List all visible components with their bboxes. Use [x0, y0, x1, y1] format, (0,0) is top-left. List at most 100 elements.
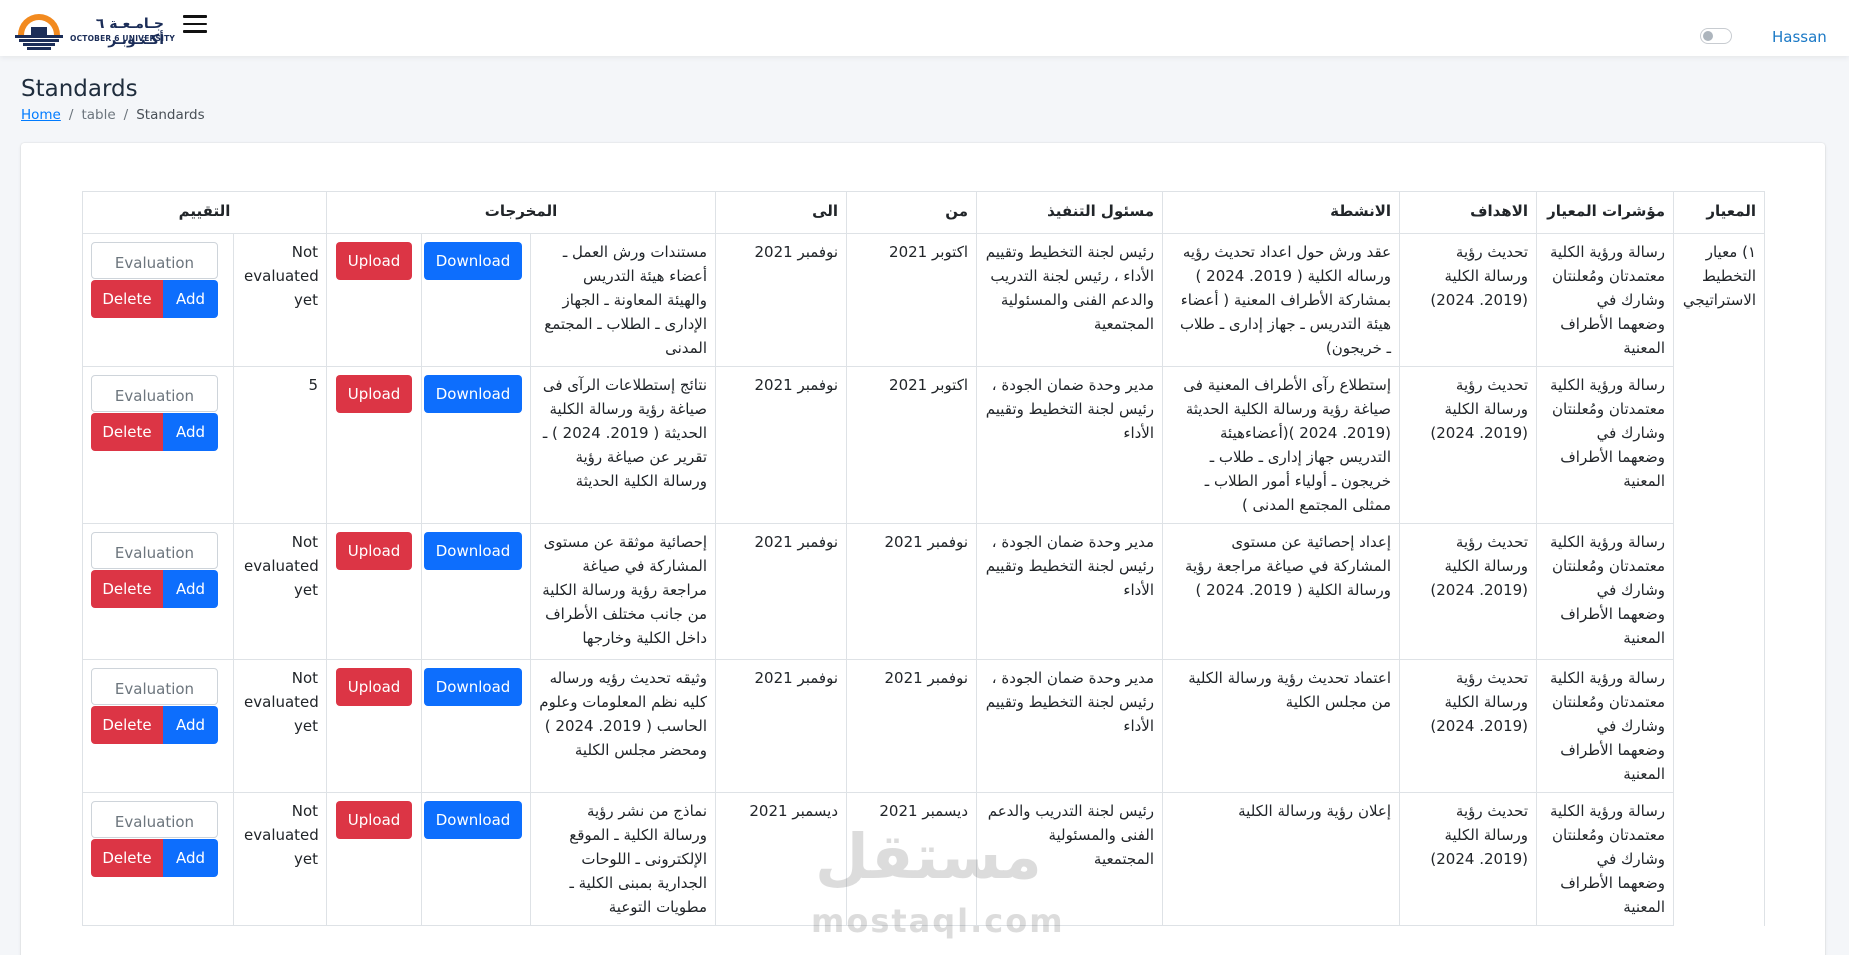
upload-button[interactable]: Upload: [336, 532, 413, 570]
cell-to: ديسمبر 2021: [715, 792, 848, 926]
table-row: ١) معيار التخطيط الاستراتيجي رسالة ورؤية …: [81, 233, 1766, 926]
standards-table: المعيار مؤشرات المعيار الاهداف الانشطة م…: [81, 191, 1766, 926]
evaluation-input[interactable]: Evaluation: [91, 801, 218, 838]
cell-responsible: مدير وحدة ضمان الجودة ، رئيس لجنة التخطي…: [976, 523, 1164, 660]
evaluation-form-cell: Evaluation Delete Add: [81, 659, 235, 793]
evaluation-form-cell: Evaluation Delete Add: [81, 233, 235, 367]
header-responsible: مسئول التنفيذ: [976, 191, 1164, 234]
download-button[interactable]: Download: [424, 532, 523, 570]
evaluation-status: Not evaluated yet: [244, 243, 319, 309]
delete-button[interactable]: Delete: [91, 839, 163, 877]
cell-activity: إستطلاع رآى الأطراف المعنية فى صياغة رؤي…: [1162, 366, 1401, 524]
add-button[interactable]: Add: [163, 570, 218, 608]
cell-from: اكتوبر 2021: [846, 233, 978, 367]
delete-button[interactable]: Delete: [91, 706, 163, 744]
evaluation-input[interactable]: Evaluation: [91, 242, 218, 279]
cell-output: نتائج إستطلاعات الرآى فى صياغة رؤية ورسا…: [530, 366, 717, 524]
download-button[interactable]: Download: [424, 668, 523, 706]
upload-button[interactable]: Upload: [336, 668, 413, 706]
evaluation-form-cell: Evaluation Delete Add: [81, 366, 235, 524]
breadcrumb-current: Standards: [136, 107, 205, 123]
download-button[interactable]: Download: [424, 375, 523, 413]
cell-goal: تحديث رؤية ورسالة الكلية (2019. 2024): [1399, 233, 1538, 367]
evaluation-status: Not evaluated yet: [244, 802, 319, 868]
evaluation-input[interactable]: Evaluation: [91, 375, 218, 412]
cell-responsible: مدير وحدة ضمان الجودة ، رئيس لجنة التخطي…: [976, 366, 1164, 524]
cell-to: نوفمبر 2021: [715, 659, 848, 793]
header-indicators: مؤشرات المعيار: [1536, 191, 1675, 234]
table-row: رسالة ورؤية الكلية معتمدتان ومُعلنتان وش…: [81, 792, 1765, 926]
table-row: رسالة ورؤية الكلية معتمدتان ومُعلنتان وش…: [81, 523, 1765, 660]
cell-output: وثيقه تحديث رؤيه ورساله كليه نظم المعلوم…: [530, 659, 717, 793]
page-title: Standards: [21, 76, 138, 102]
cell-from: نوفمبر 2021: [846, 523, 978, 660]
cell-output: نماذج من نشر رؤية ورسالة الكلية ـ الموقع…: [530, 792, 717, 926]
header-outputs: المخرجات: [326, 191, 717, 234]
upload-cell: Upload: [326, 659, 423, 793]
cell-to: نوفمبر 2021: [715, 523, 848, 660]
logo-arabic-text: جـامـعـة ٦ أكـتـوبـر: [95, 16, 164, 48]
cell-goal: تحديث رؤية ورسالة الكلية (2019. 2024): [1399, 366, 1538, 524]
hamburger-menu-icon[interactable]: [183, 15, 207, 37]
evaluation-form-cell: Evaluation Delete Add: [81, 792, 235, 926]
header-from: من: [846, 191, 978, 234]
upload-cell: Upload: [326, 792, 423, 926]
university-logo[interactable]: جـامـعـة ٦ أكـتـوبـر OCTOBER 6 UNIVERSIT…: [12, 5, 175, 51]
upload-button[interactable]: Upload: [336, 375, 413, 413]
evaluation-status: Not evaluated yet: [244, 533, 319, 599]
download-button[interactable]: Download: [424, 242, 523, 280]
cell-output: إحصائية موثقة عن مستوى المشاركة في صياغة…: [530, 523, 717, 660]
breadcrumb-home-link[interactable]: Home: [21, 107, 61, 123]
add-button[interactable]: Add: [163, 839, 218, 877]
download-button[interactable]: Download: [424, 801, 523, 839]
delete-button[interactable]: Delete: [91, 280, 163, 318]
cell-indicator: رسالة ورؤية الكلية معتمدتان ومُعلنتان وش…: [1536, 659, 1675, 793]
download-cell: Download: [421, 233, 532, 367]
cell-indicator: رسالة ورؤية الكلية معتمدتان ومُعلنتان وش…: [1536, 366, 1675, 524]
cell-from: نوفمبر 2021: [846, 659, 978, 793]
cell-from: اكتوبر 2021: [846, 366, 978, 524]
table-row: رسالة ورؤية الكلية معتمدتان ومُعلنتان وش…: [81, 659, 1765, 793]
upload-button[interactable]: Upload: [336, 242, 413, 280]
theme-toggle-switch[interactable]: [1700, 28, 1732, 44]
breadcrumb: Home / table / Standards: [21, 107, 205, 123]
cell-standard: ١) معيار التخطيط الاستراتيجي: [1673, 233, 1766, 926]
download-cell: Download: [421, 366, 532, 524]
cell-output: مستندات ورش العمل ـ أعضاء هيئة التدريس و…: [530, 233, 717, 367]
add-button[interactable]: Add: [163, 706, 218, 744]
evaluation-input[interactable]: Evaluation: [91, 668, 218, 705]
header-to: الى: [715, 191, 848, 234]
add-button[interactable]: Add: [163, 280, 218, 318]
cell-indicator: رسالة ورؤية الكلية معتمدتان ومُعلنتان وش…: [1536, 233, 1675, 367]
cell-responsible: رئيس لجنة التدريب والدعم الفنى والمسئولي…: [976, 792, 1164, 926]
standards-card: المعيار مؤشرات المعيار الاهداف الانشطة م…: [21, 143, 1825, 955]
upload-button[interactable]: Upload: [336, 801, 413, 839]
university-logo-icon: [15, 14, 63, 50]
cell-activity: عقد ورش حول اعداد تحديث رؤيه ورساله الكل…: [1162, 233, 1401, 367]
breadcrumb-table-link[interactable]: table: [81, 107, 115, 123]
download-cell: Download: [421, 792, 532, 926]
cell-goal: تحديث رؤية ورسالة الكلية (2019. 2024): [1399, 792, 1538, 926]
delete-button[interactable]: Delete: [91, 570, 163, 608]
cell-goal: تحديث رؤية ورسالة الكلية (2019. 2024): [1399, 659, 1538, 793]
header-evaluation: التقييم: [81, 191, 328, 234]
top-navbar: جـامـعـة ٦ أكـتـوبـر OCTOBER 6 UNIVERSIT…: [0, 0, 1849, 56]
evaluation-status: 5: [308, 376, 319, 394]
evaluation-input[interactable]: Evaluation: [91, 532, 218, 569]
download-cell: Download: [421, 523, 532, 660]
delete-button[interactable]: Delete: [91, 413, 163, 451]
evaluation-form-cell: Evaluation Delete Add: [81, 523, 235, 660]
header-goals: الاهداف: [1399, 191, 1538, 234]
cell-activity: إعداد إحصائية عن مستوى المشاركة في صياغة…: [1162, 523, 1401, 660]
cell-from: ديسمبر 2021: [846, 792, 978, 926]
cell-to: نوفمبر 2021: [715, 233, 848, 367]
evaluation-status-cell: Not evaluated yet: [233, 523, 328, 660]
user-menu-link[interactable]: Hassan: [1772, 28, 1827, 46]
add-button[interactable]: Add: [163, 413, 218, 451]
cell-to: نوفمبر 2021: [715, 366, 848, 524]
download-cell: Download: [421, 659, 532, 793]
evaluation-status-cell: 5: [233, 366, 328, 524]
upload-cell: Upload: [326, 233, 423, 367]
table-header-row: المعيار مؤشرات المعيار الاهداف الانشطة م…: [81, 191, 1766, 234]
cell-activity: اعتماد تحديث رؤية ورسالة الكلية من مجلس …: [1162, 659, 1401, 793]
